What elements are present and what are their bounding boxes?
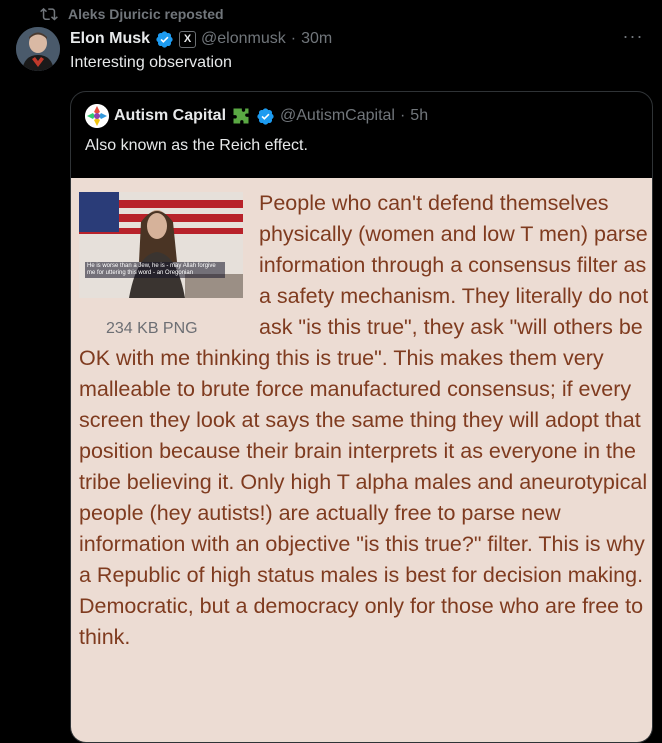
repost-indicator[interactable]: Aleks Djuricic reposted [40, 4, 224, 24]
more-options-icon[interactable]: ··· [622, 26, 644, 48]
tweet-timestamp[interactable]: 30m [301, 30, 332, 48]
image-body-text: People who can't defend themselves physi… [79, 188, 649, 653]
verified-badge-icon [256, 107, 275, 126]
repost-icon [40, 5, 58, 23]
quoted-author-name[interactable]: Autism Capital [114, 107, 226, 125]
separator-dot: · [290, 30, 297, 47]
repost-label: Aleks Djuricic reposted [68, 6, 224, 22]
quoted-tweet[interactable]: Autism Capital @AutismCapital · 5h Also … [70, 91, 653, 743]
puzzle-piece-icon [231, 106, 251, 126]
tweet-header: Elon Musk X @elonmusk · 30m [70, 28, 646, 50]
tweet-text: Interesting observation [70, 54, 232, 71]
x-affiliate-badge-icon: X [179, 30, 197, 48]
separator-dot: · [399, 107, 406, 124]
tweet[interactable]: Aleks Djuricic reposted Elon Musk X @elo… [0, 0, 662, 743]
author-name[interactable]: Elon Musk [70, 30, 150, 48]
quoted-header: Autism Capital @AutismCapital · 5h [85, 104, 428, 128]
verified-badge-icon [155, 30, 174, 49]
author-handle[interactable]: @elonmusk [201, 30, 286, 48]
quoted-author-handle[interactable]: @AutismCapital [280, 107, 395, 125]
thumbnail-spacer [79, 188, 259, 343]
quoted-timestamp[interactable]: 5h [410, 107, 428, 125]
quoted-text: Also known as the Reich effect. [85, 137, 308, 154]
quoted-avatar[interactable] [85, 104, 109, 128]
avatar[interactable] [16, 27, 60, 71]
quoted-image[interactable]: He is worse than a Jew, he is - may Alla… [71, 178, 652, 742]
